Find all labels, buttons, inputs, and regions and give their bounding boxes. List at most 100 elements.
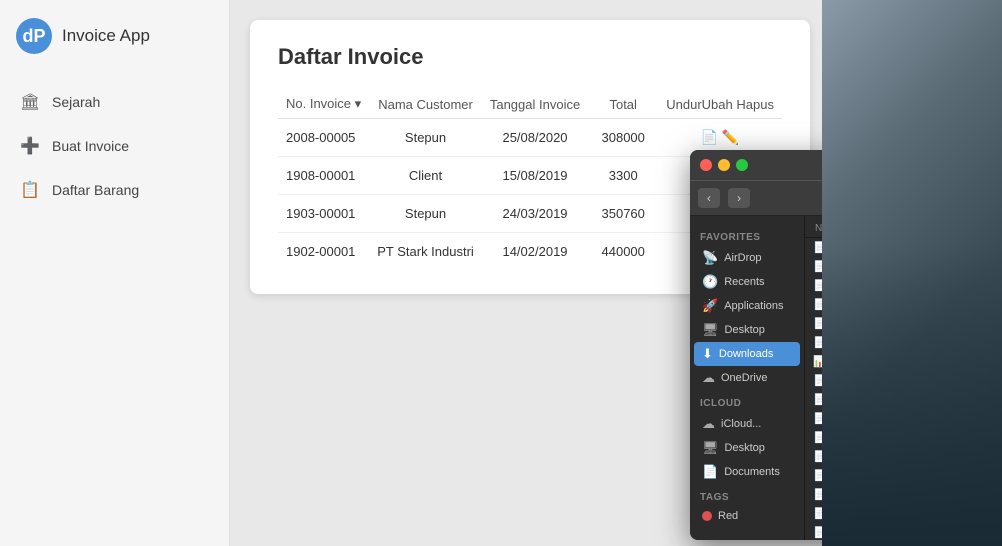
list-item[interactable]: 📄 Lab1_ArmsB.crg bbox=[805, 371, 822, 390]
sidebar-item-downloads[interactable]: ⬇ Downloads bbox=[694, 342, 800, 366]
file-icon: 📄 bbox=[813, 393, 822, 406]
icloud-desktop-icon: 🖥 bbox=[702, 440, 719, 456]
close-button[interactable] bbox=[700, 159, 712, 171]
list-item[interactable]: 📄 Lab1_HeadB.crg bbox=[805, 409, 822, 428]
back-button[interactable]: ‹ bbox=[698, 188, 720, 208]
file-icon: 📄 bbox=[813, 526, 822, 539]
recents-icon: 🕐 bbox=[702, 274, 718, 290]
sidebar-label-buat-invoice: Buat Invoice bbox=[52, 138, 129, 154]
sidebar-label-sejarah: Sejarah bbox=[52, 94, 100, 110]
file-icon: 📄 bbox=[813, 469, 822, 482]
cell-total: 350760 bbox=[588, 195, 658, 233]
cell-customer: PT Stark Industri bbox=[369, 233, 482, 271]
maximize-button[interactable] bbox=[736, 159, 748, 171]
file-icon: 📄 bbox=[813, 450, 822, 463]
file-icon: 📄 bbox=[813, 431, 822, 444]
airdrop-icon: 📡 bbox=[702, 250, 718, 266]
tags-label: Tags bbox=[690, 484, 804, 506]
documents-label: Documents bbox=[724, 466, 780, 478]
list-item[interactable]: 📄 invoice_1902-000... bbox=[805, 523, 822, 540]
onedrive-label: OneDrive bbox=[721, 372, 767, 384]
sidebar-item-desktop[interactable]: 🖥 Desktop bbox=[694, 318, 800, 342]
app-name: Invoice App bbox=[62, 26, 150, 46]
forward-button[interactable]: › bbox=[728, 188, 750, 208]
cell-total: 3300 bbox=[588, 157, 658, 195]
cell-no: 1902-00001 bbox=[278, 233, 369, 271]
cell-no: 1908-00001 bbox=[278, 157, 369, 195]
file-icon: 📄 bbox=[813, 412, 822, 425]
finder-file-list: Name 📄 invoice_2008-000... 📄 invoice_200… bbox=[805, 216, 822, 540]
sidebar-item-airdrop[interactable]: 📡 AirDrop bbox=[694, 246, 800, 270]
app-logo: dP Invoice App bbox=[0, 0, 229, 72]
minimize-button[interactable] bbox=[718, 159, 730, 171]
cell-no: 1903-00001 bbox=[278, 195, 369, 233]
downloads-icon: ⬇ bbox=[702, 346, 713, 362]
sidebar-item-onedrive[interactable]: ☁ OneDrive bbox=[694, 366, 800, 390]
logo-icon: dP bbox=[16, 18, 52, 54]
background-image bbox=[822, 0, 1002, 546]
list-item[interactable]: 📄 invoice_2008-000... bbox=[805, 257, 822, 276]
cell-total: 308000 bbox=[588, 119, 658, 157]
icloud-label: iCloud bbox=[690, 390, 804, 412]
download-icon[interactable]: 📄 bbox=[701, 129, 718, 145]
airdrop-label: AirDrop bbox=[724, 252, 761, 264]
add-icon: ➕ bbox=[20, 136, 40, 156]
sidebar-item-recents[interactable]: 🕐 Recents bbox=[694, 270, 800, 294]
onedrive-icon: ☁ bbox=[702, 370, 715, 386]
list-item[interactable]: 📄 install_flash_playe... bbox=[805, 466, 822, 485]
sidebar-item-applications[interactable]: 🚀 Applications bbox=[694, 294, 800, 318]
desktop-icon: 🖥 bbox=[702, 322, 719, 338]
cell-no: 2008-00005 bbox=[278, 119, 369, 157]
file-icon: 📄 bbox=[813, 317, 822, 330]
file-icon: 📄 bbox=[813, 336, 822, 349]
sidebar-item-buat-invoice[interactable]: ➕ Buat Invoice bbox=[0, 124, 229, 168]
sidebar-item-sejarah[interactable]: 🏛 Sejarah bbox=[0, 80, 229, 124]
building-icon: 🏛 bbox=[20, 92, 40, 112]
finder-body: Favorites 📡 AirDrop 🕐 Recents 🚀 Applicat… bbox=[690, 216, 822, 540]
list-item[interactable]: 📊 Lab3_IKresultsB.x... bbox=[805, 352, 822, 371]
red-tag-label: Red bbox=[718, 510, 738, 522]
red-tag-dot bbox=[702, 511, 712, 521]
col-header-total: Total bbox=[588, 90, 658, 119]
list-item[interactable]: 📄 invoice_2008-000... bbox=[805, 504, 822, 523]
cell-customer: Stepun bbox=[369, 195, 482, 233]
sidebar-item-documents[interactable]: 📄 Documents bbox=[694, 460, 800, 484]
sidebar-item-daftar-barang[interactable]: 📋 Daftar Barang bbox=[0, 168, 229, 212]
edit-icon[interactable]: ✏️ bbox=[722, 129, 739, 145]
sidebar-item-icloud-desktop[interactable]: 🖥 Desktop bbox=[694, 436, 800, 460]
icloud-drive-label: iCloud... bbox=[721, 418, 761, 430]
list-icon: 📋 bbox=[20, 180, 40, 200]
col-header-actions: UndurUbah Hapus bbox=[658, 90, 782, 119]
recents-label: Recents bbox=[724, 276, 764, 288]
col-header-no[interactable]: No. Invoice ▾ bbox=[278, 90, 369, 119]
cell-total: 440000 bbox=[588, 233, 658, 271]
list-item[interactable]: 📄 Lab1_PythonB.crg bbox=[805, 390, 822, 409]
col-header-tgl: Tanggal Invoice bbox=[482, 90, 588, 119]
list-item[interactable]: 📄 560558-18308... bbox=[805, 314, 822, 333]
list-item[interactable]: 📄 steven.png bbox=[805, 276, 822, 295]
cell-tanggal: 24/03/2019 bbox=[482, 195, 588, 233]
sidebar-nav: 🏛 Sejarah ➕ Buat Invoice 📋 Daftar Barang bbox=[0, 72, 229, 220]
sidebar-item-icloud-drive[interactable]: ☁ iCloud... bbox=[694, 412, 800, 436]
file-icon: 📄 bbox=[813, 507, 822, 520]
favorites-label: Favorites bbox=[690, 224, 804, 246]
cell-tanggal: 14/02/2019 bbox=[482, 233, 588, 271]
sidebar: dP Invoice App 🏛 Sejarah ➕ Buat Invoice … bbox=[0, 0, 230, 546]
finder-toolbar: ‹ › ⊞ ≡ ⊟ ⊠ ⋯ bbox=[690, 180, 822, 216]
cell-tanggal: 25/08/2020 bbox=[482, 119, 588, 157]
cell-tanggal: 15/08/2019 bbox=[482, 157, 588, 195]
sidebar-item-red-tag[interactable]: Red bbox=[694, 506, 800, 526]
list-item[interactable]: 📄 invoice_2008-000... bbox=[805, 238, 822, 257]
applications-label: Applications bbox=[724, 300, 783, 312]
finder-sidebar: Favorites 📡 AirDrop 🕐 Recents 🚀 Applicat… bbox=[690, 216, 805, 540]
invoice-title: Daftar Invoice bbox=[278, 44, 782, 70]
list-item[interactable]: 📄 560558-18307-... bbox=[805, 333, 822, 352]
list-item[interactable]: 📄 uninstall_flash_pla... bbox=[805, 485, 822, 504]
list-item[interactable]: 📄 lab1report.pdf bbox=[805, 428, 822, 447]
col-header-nama: Nama Customer bbox=[369, 90, 482, 119]
list-item[interactable]: 📄 project_section1.p... bbox=[805, 295, 822, 314]
main-content: Daftar Invoice No. Invoice ▾ Nama Custom… bbox=[230, 0, 822, 546]
applications-icon: 🚀 bbox=[702, 298, 718, 314]
cell-customer: Stepun bbox=[369, 119, 482, 157]
list-item[interactable]: 📄 Quiz1_marked.pdf... bbox=[805, 447, 822, 466]
